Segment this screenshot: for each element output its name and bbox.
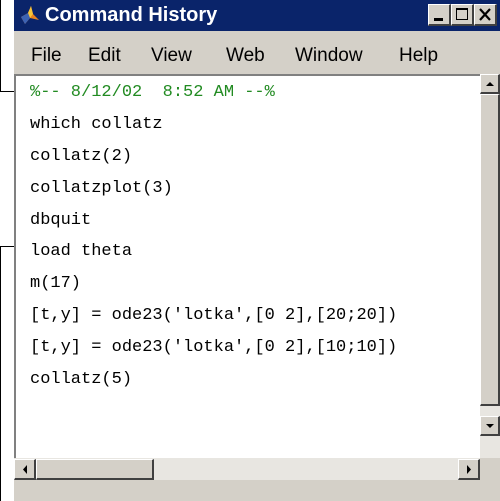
close-button[interactable] — [474, 4, 497, 26]
history-list[interactable]: %-- 8/12/02 8:52 AM --% which collatz co… — [14, 74, 480, 458]
scroll-right-button[interactable] — [458, 459, 480, 480]
menu-web[interactable]: Web — [226, 45, 265, 67]
menu-file[interactable]: File — [31, 45, 62, 67]
session-header[interactable]: %-- 8/12/02 8:52 AM --% — [30, 83, 275, 103]
arrow-up-icon — [486, 82, 494, 86]
menu-help[interactable]: Help — [399, 45, 438, 67]
vertical-scrollbar[interactable] — [480, 74, 500, 458]
scroll-up-button[interactable] — [480, 74, 500, 94]
scroll-down-button[interactable] — [480, 416, 500, 436]
maximize-icon — [456, 8, 468, 20]
horizontal-scrollbar[interactable] — [14, 458, 480, 480]
callout-line-session — [0, 0, 1, 91]
close-icon — [479, 8, 491, 21]
history-entry[interactable]: collatzplot(3) — [30, 179, 173, 199]
history-entry[interactable]: collatz(5) — [30, 370, 132, 390]
minimize-button[interactable] — [428, 4, 451, 26]
status-bar — [14, 480, 500, 501]
scroll-left-button[interactable] — [14, 459, 36, 480]
window-title: Command History — [45, 4, 218, 26]
menu-window[interactable]: Window — [295, 45, 363, 67]
arrow-left-icon — [23, 465, 27, 474]
history-entry[interactable]: collatz(2) — [30, 147, 132, 167]
arrow-right-icon — [467, 465, 471, 474]
command-history-window: Command History File Edit View Web Windo… — [14, 0, 500, 501]
history-entry[interactable]: [t,y] = ode23('lotka',[0 2],[20;20]) — [30, 306, 397, 326]
minimize-icon — [434, 18, 443, 21]
scroll-thumb[interactable] — [480, 94, 500, 406]
history-entry[interactable]: dbquit — [30, 211, 91, 231]
history-entry[interactable]: m(17) — [30, 274, 81, 294]
menu-bar: File Edit View Web Window Help — [14, 31, 500, 71]
title-bar[interactable]: Command History — [14, 0, 500, 31]
horizontal-scroll-thumb[interactable] — [36, 459, 154, 480]
maximize-button[interactable] — [451, 4, 474, 26]
menu-view[interactable]: View — [151, 45, 192, 67]
callout-line-command — [0, 246, 1, 501]
history-entry[interactable]: load theta — [30, 242, 132, 262]
arrow-down-icon — [486, 424, 494, 428]
history-entry[interactable]: which collatz — [30, 115, 163, 135]
history-entry[interactable]: [t,y] = ode23('lotka',[0 2],[10;10]) — [30, 338, 397, 358]
menu-edit[interactable]: Edit — [88, 45, 121, 67]
matlab-logo-icon — [19, 4, 41, 26]
